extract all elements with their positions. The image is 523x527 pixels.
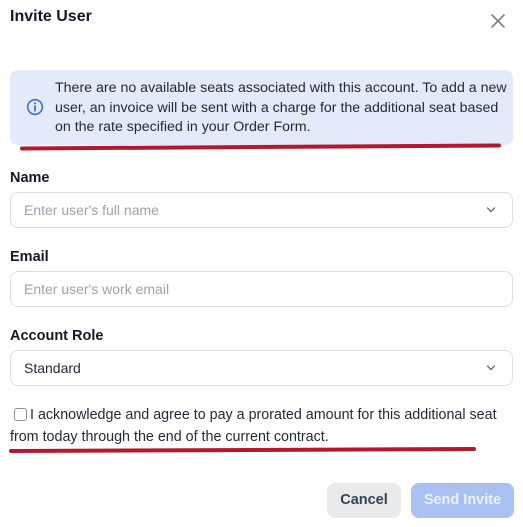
email-placeholder: Enter user's work email xyxy=(24,281,170,297)
email-field[interactable]: Enter user's work email xyxy=(10,271,513,307)
name-label: Name xyxy=(10,170,50,186)
acknowledge-text: I acknowledge and agree to pay a prorate… xyxy=(10,407,497,445)
annotation-underline xyxy=(8,446,477,454)
seat-warning-banner: There are no available seats associated … xyxy=(10,70,513,145)
account-role-select[interactable]: Standard xyxy=(10,350,513,386)
chevron-down-icon xyxy=(486,207,496,213)
account-role-label: Account Role xyxy=(10,328,104,344)
acknowledge-row: I acknowledge and agree to pay a prorate… xyxy=(10,404,513,448)
account-role-value: Standard xyxy=(24,360,81,376)
chevron-down-icon xyxy=(486,365,496,371)
name-field[interactable]: Enter user's full name xyxy=(10,192,513,228)
name-placeholder: Enter user's full name xyxy=(24,202,159,218)
send-invite-button[interactable]: Send Invite xyxy=(411,483,514,518)
email-label: Email xyxy=(10,249,49,265)
cancel-button[interactable]: Cancel xyxy=(327,483,401,518)
info-icon xyxy=(26,98,44,116)
dialog-title: Invite User xyxy=(10,8,92,25)
close-icon[interactable] xyxy=(487,10,509,32)
banner-text: There are no available seats associated … xyxy=(55,80,507,135)
invite-user-dialog: Invite User There are no available seats… xyxy=(0,0,523,527)
acknowledge-checkbox[interactable] xyxy=(14,408,27,421)
